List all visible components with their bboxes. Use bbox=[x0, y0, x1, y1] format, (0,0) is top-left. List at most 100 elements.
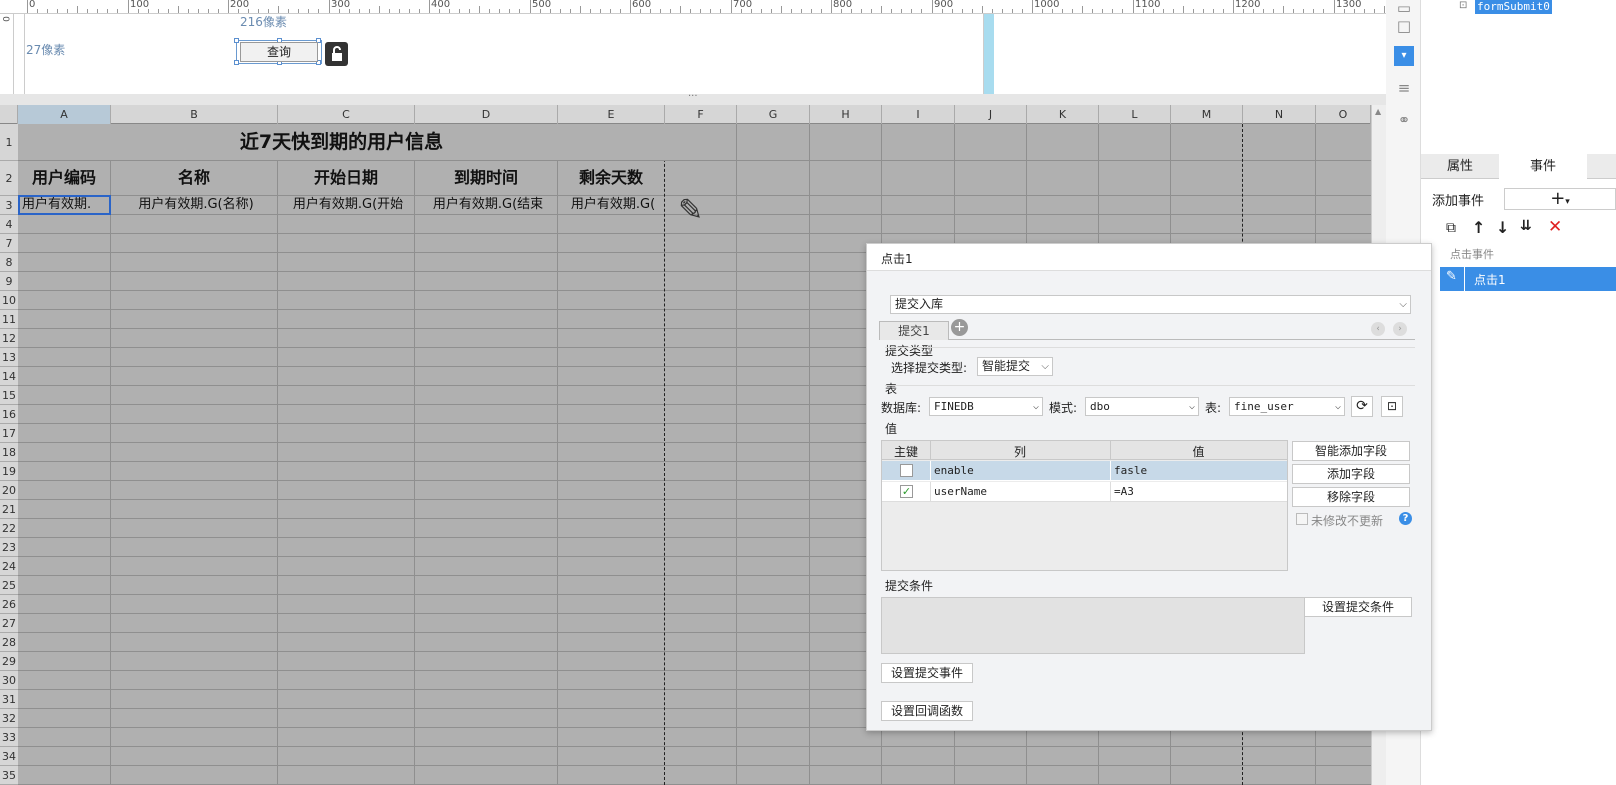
copy-icon[interactable]: ⧉ bbox=[1446, 220, 1456, 236]
row-header-8[interactable]: 8 bbox=[0, 253, 18, 272]
column-header-L[interactable]: L bbox=[1099, 105, 1171, 124]
table-select[interactable]: fine_user ⌵ bbox=[1229, 397, 1345, 416]
add-event-button[interactable]: +▾ bbox=[1504, 188, 1616, 210]
action-select[interactable]: 提交入库 ⌵ bbox=[890, 295, 1411, 314]
row-header-34[interactable]: 34 bbox=[0, 747, 18, 766]
link-icon[interactable]: ⚭ bbox=[1394, 110, 1414, 130]
field-value-username[interactable]: =A3 bbox=[1114, 485, 1134, 498]
column-header-A[interactable]: A bbox=[18, 105, 111, 124]
data-cell-B3[interactable]: 用户有效期.G(名称) bbox=[111, 196, 277, 214]
row-header-19[interactable]: 19 bbox=[0, 462, 18, 481]
header-cell-E[interactable]: 剩余天数 bbox=[558, 161, 664, 195]
tree-item-formsubmit[interactable]: formSubmit0 bbox=[1475, 0, 1552, 14]
no-update-checkbox[interactable] bbox=[1296, 513, 1308, 525]
tab-events[interactable]: 事件 bbox=[1499, 154, 1587, 179]
row-header-11[interactable]: 11 bbox=[0, 310, 18, 329]
row-header-25[interactable]: 25 bbox=[0, 576, 18, 595]
row-header-14[interactable]: 14 bbox=[0, 367, 18, 386]
row-header-10[interactable]: 10 bbox=[0, 291, 18, 310]
pk-checkbox-enable[interactable] bbox=[900, 464, 913, 477]
delete-icon[interactable]: ✕ bbox=[1548, 217, 1562, 237]
row-header-20[interactable]: 20 bbox=[0, 481, 18, 500]
list-widget-icon[interactable]: ≡ bbox=[1394, 78, 1414, 98]
field-row-username[interactable]: ✓ userName =A3 bbox=[882, 482, 1287, 502]
row-header-13[interactable]: 13 bbox=[0, 348, 18, 367]
frame-icon[interactable]: □ bbox=[1394, 16, 1414, 36]
column-header-H[interactable]: H bbox=[810, 105, 882, 124]
schema-select[interactable]: dbo ⌵ bbox=[1085, 397, 1199, 416]
header-cell-D[interactable]: 到期时间 bbox=[415, 161, 557, 195]
row-header-27[interactable]: 27 bbox=[0, 614, 18, 633]
row-header-4[interactable]: 4 bbox=[0, 215, 18, 234]
column-header-G[interactable]: G bbox=[737, 105, 810, 124]
row-header-3[interactable]: 3 bbox=[0, 196, 18, 215]
event-item-click1[interactable]: ✎ 点击1 bbox=[1440, 267, 1616, 291]
column-header-K[interactable]: K bbox=[1027, 105, 1099, 124]
row-header-9[interactable]: 9 bbox=[0, 272, 18, 291]
column-header-F[interactable]: F bbox=[665, 105, 737, 124]
tab-next-icon[interactable]: › bbox=[1393, 322, 1407, 336]
pk-checkbox-username[interactable]: ✓ bbox=[900, 485, 913, 498]
row-header-30[interactable]: 30 bbox=[0, 671, 18, 690]
row-header-17[interactable]: 17 bbox=[0, 424, 18, 443]
smart-add-field-button[interactable]: 智能添加字段 bbox=[1292, 441, 1410, 461]
row-header-33[interactable]: 33 bbox=[0, 728, 18, 747]
row-header-35[interactable]: 35 bbox=[0, 766, 18, 785]
refresh-icon[interactable]: ⟳ bbox=[1351, 396, 1373, 417]
row-header-24[interactable]: 24 bbox=[0, 557, 18, 576]
select-all-corner[interactable] bbox=[0, 105, 18, 124]
column-header-B[interactable]: B bbox=[111, 105, 278, 124]
header-cell-C[interactable]: 开始日期 bbox=[278, 161, 414, 195]
row-header-12[interactable]: 12 bbox=[0, 329, 18, 348]
form-canvas[interactable] bbox=[24, 14, 984, 94]
row-header-1[interactable]: 1 bbox=[0, 124, 18, 161]
header-cell-B[interactable]: 名称 bbox=[111, 161, 277, 195]
field-value-enable[interactable]: fasle bbox=[1114, 464, 1147, 477]
row-header-32[interactable]: 32 bbox=[0, 709, 18, 728]
set-submit-event-button[interactable]: 设置提交事件 bbox=[881, 663, 973, 683]
field-row-enable[interactable]: enable fasle bbox=[882, 461, 1287, 481]
set-callback-button[interactable]: 设置回调函数 bbox=[881, 701, 973, 721]
column-header-N[interactable]: N bbox=[1243, 105, 1316, 124]
remove-field-button[interactable]: 移除字段 bbox=[1292, 487, 1410, 507]
preview-table-icon[interactable]: ⊡ bbox=[1381, 396, 1403, 417]
data-cell-E3[interactable]: 用户有效期.G( bbox=[558, 196, 664, 214]
row-header-23[interactable]: 23 bbox=[0, 538, 18, 557]
add-field-button[interactable]: 添加字段 bbox=[1292, 464, 1410, 484]
title-cell[interactable]: 近7天快到期的用户信息 bbox=[18, 124, 665, 161]
splitter-grip-icon[interactable]: ··· bbox=[688, 91, 698, 102]
column-header-O[interactable]: O bbox=[1316, 105, 1371, 124]
row-header-26[interactable]: 26 bbox=[0, 595, 18, 614]
pencil-icon[interactable]: ✎ bbox=[678, 193, 703, 228]
splitter-bar[interactable]: ··· bbox=[0, 91, 1386, 105]
row-header-18[interactable]: 18 bbox=[0, 443, 18, 462]
move-up-icon[interactable]: ↑ bbox=[1472, 218, 1485, 237]
column-header-I[interactable]: I bbox=[882, 105, 955, 124]
column-header-C[interactable]: C bbox=[278, 105, 415, 124]
row-header-29[interactable]: 29 bbox=[0, 652, 18, 671]
move-down-icon[interactable]: ↓ bbox=[1496, 218, 1509, 237]
row-header-28[interactable]: 28 bbox=[0, 633, 18, 652]
condition-area[interactable] bbox=[881, 597, 1305, 654]
row-header-21[interactable]: 21 bbox=[0, 500, 18, 519]
row-header-2[interactable]: 2 bbox=[0, 161, 18, 196]
column-header-E[interactable]: E bbox=[558, 105, 665, 124]
move-bottom-icon[interactable]: ⇊ bbox=[1520, 218, 1532, 234]
scroll-up-icon[interactable]: ▲ bbox=[1375, 107, 1381, 116]
row-header-22[interactable]: 22 bbox=[0, 519, 18, 538]
unlock-icon[interactable] bbox=[325, 42, 348, 66]
row-header-7[interactable]: 7 bbox=[0, 234, 18, 253]
tab-prev-icon[interactable]: ‹ bbox=[1371, 322, 1385, 336]
db-select[interactable]: FINEDB ⌵ bbox=[929, 397, 1043, 416]
submit-type-select[interactable]: 智能提交 ⌵ bbox=[977, 357, 1053, 376]
column-header-D[interactable]: D bbox=[415, 105, 558, 124]
data-cell-D3[interactable]: 用户有效期.G(结束 bbox=[415, 196, 557, 214]
tab-properties[interactable]: 属性 bbox=[1421, 154, 1499, 179]
row-header-16[interactable]: 16 bbox=[0, 405, 18, 424]
query-button[interactable]: 查询 bbox=[240, 42, 318, 62]
add-tab-icon[interactable]: + bbox=[951, 319, 968, 336]
data-cell-C3[interactable]: 用户有效期.G(开始 bbox=[278, 196, 414, 214]
column-header-J[interactable]: J bbox=[955, 105, 1027, 124]
column-header-M[interactable]: M bbox=[1171, 105, 1243, 124]
row-header-15[interactable]: 15 bbox=[0, 386, 18, 405]
